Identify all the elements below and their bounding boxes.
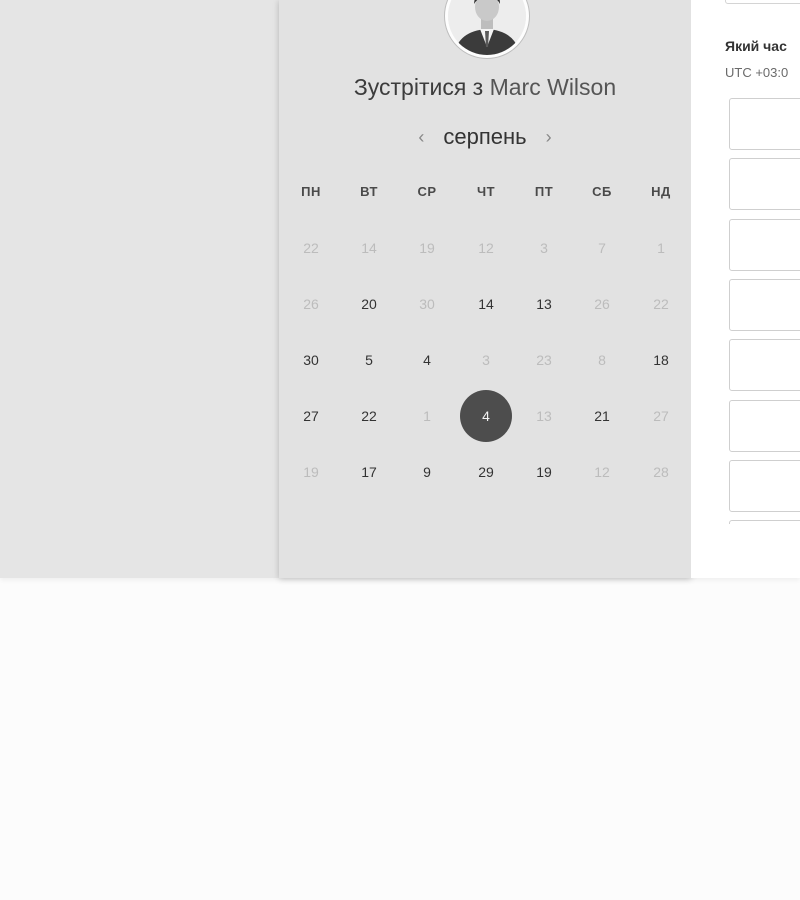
time-slot-button[interactable] [729,278,800,331]
calendar-day: 7 [598,240,606,256]
calendar-day: 8 [598,352,606,368]
calendar-day[interactable]: 9 [401,446,453,498]
calendar-day: 22 [653,296,669,312]
calendar-day: 30 [419,296,435,312]
prev-month-chevron-left-icon[interactable]: ‹ [413,127,429,148]
weekday-label: ПТ [534,184,554,199]
host-name: Marc Wilson [489,74,617,100]
meeting-title: Зустрітися з Marc Wilson [279,74,691,101]
time-slot-button[interactable] [729,98,800,150]
weekday-label: СБ [592,184,612,199]
time-question-heading: Який час [725,38,787,54]
calendar-day: 28 [653,464,669,480]
calendar-day-selected[interactable]: 4 [460,390,512,442]
calendar-day[interactable]: 22 [343,390,395,442]
calendar-day[interactable]: 4 [401,334,453,386]
host-avatar [445,0,529,58]
calendar-day: 12 [478,240,494,256]
time-slot-button[interactable] [729,158,800,211]
calendar-day[interactable]: 29 [460,446,512,498]
calendar-day: 3 [482,352,490,368]
time-slot-button[interactable] [729,218,800,271]
calendar-day[interactable]: 18 [635,334,687,386]
weekday-label: СР [417,184,437,199]
time-slot-list [729,98,800,524]
calendar-day: 23 [536,352,552,368]
calendar-day: 14 [361,240,377,256]
weekday-label: НД [651,184,671,199]
calendar-day[interactable]: 17 [343,446,395,498]
meeting-prefix: Зустрітися з [353,74,484,100]
calendar-day[interactable]: 20 [343,278,395,330]
timezone-label[interactable]: UTC +03:0 [725,65,788,80]
time-slot-button[interactable] [729,399,800,452]
calendar-day: 1 [423,408,431,424]
calendar-day: 22 [303,240,319,256]
time-slot-button[interactable] [729,520,800,524]
weekday-label: ПН [301,184,321,199]
calendar-day: 12 [594,464,610,480]
weekday-label: ВТ [360,184,378,199]
calendar-day[interactable]: 14 [460,278,512,330]
calendar-day[interactable]: 5 [343,334,395,386]
calendar-day: 19 [419,240,435,256]
calendar-day: 26 [594,296,610,312]
calendar-day: 27 [653,408,669,424]
weekday-header: ПН ВТ СР ЧТ ПТ СБ НД [279,184,691,202]
month-navigation: ‹ серпень › [279,122,691,152]
calendar-day[interactable]: 27 [285,390,337,442]
calendar-day[interactable]: 13 [518,278,570,330]
calendar-day: 26 [303,296,319,312]
calendar-day[interactable]: 19 [518,446,570,498]
time-selection-panel: Який час UTC +03:0 [691,0,800,578]
calendar-panel: Зустрітися з Marc Wilson ‹ серпень › ПН В… [279,0,691,578]
weekday-label: ЧТ [476,184,496,199]
calendar-day: 1 [657,240,665,256]
calendar-day[interactable]: 21 [576,390,628,442]
calendar-day[interactable]: 30 [285,334,337,386]
calendar-day: 19 [303,464,319,480]
month-label: серпень [443,124,527,149]
time-slot-button[interactable] [729,459,800,512]
calendar-day: 13 [536,408,552,424]
time-slot-button[interactable] [729,339,800,392]
next-month-chevron-right-icon[interactable]: › [541,127,557,148]
time-slot-partial[interactable] [725,0,800,4]
calendar-day: 3 [540,240,548,256]
